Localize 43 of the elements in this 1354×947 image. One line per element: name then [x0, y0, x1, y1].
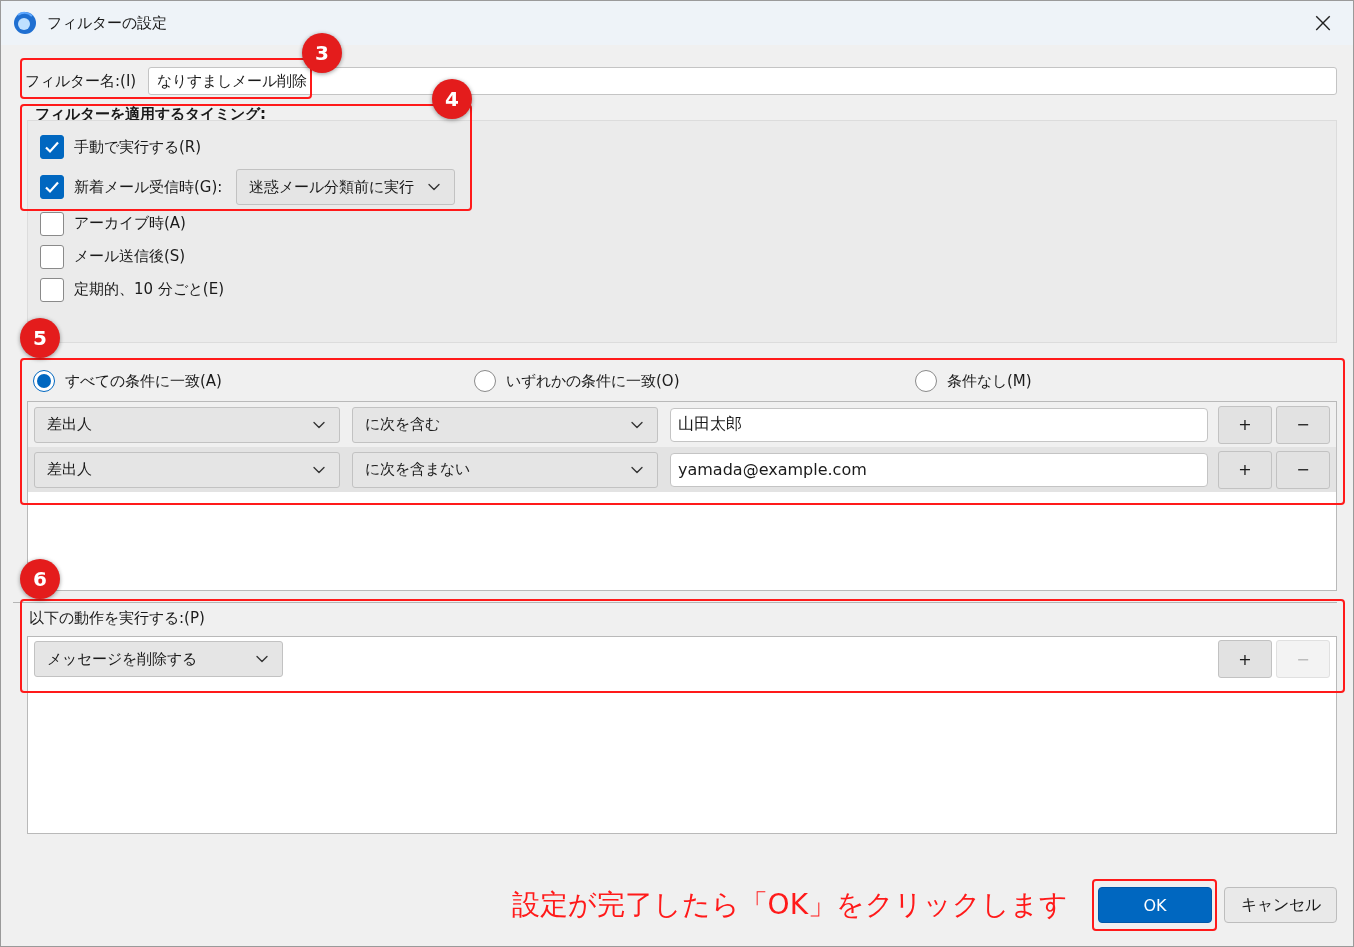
radio-button[interactable] [474, 370, 496, 392]
step-marker: 5 [20, 318, 60, 358]
checkbox-label: アーカイブ時(A) [74, 214, 186, 233]
value-field[interactable]: 山田太郎 [670, 407, 1208, 442]
radio-button[interactable] [915, 370, 937, 392]
operator-dropdown[interactable]: に次を含む [352, 406, 658, 443]
window-title: フィルターの設定 [47, 13, 168, 33]
annotation-caption: 設定が完了したら「OK」をクリックします [511, 887, 1068, 923]
add-button[interactable]: + [1218, 640, 1272, 678]
checkbox[interactable] [40, 211, 64, 236]
cancel-button[interactable]: キャンセル [1224, 887, 1337, 923]
match-radio[interactable]: すべての条件に一致(A) [33, 370, 474, 392]
timing-dropdown[interactable]: 迷惑メール分類前に実行 [236, 169, 456, 205]
app-logo-icon [13, 11, 37, 35]
filter-name-label: フィルター名:(I) [25, 71, 137, 91]
condition-row[interactable]: 差出人 に次を含まない yamada@example.com + − [28, 447, 1336, 492]
remove-button[interactable]: − [1276, 405, 1330, 444]
value-field[interactable]: yamada@example.com [670, 452, 1208, 487]
checkbox-label: 新着メール受信時(G): [74, 177, 223, 197]
add-button[interactable]: + [1218, 450, 1272, 489]
match-radio[interactable]: 条件なし(M) [915, 370, 1337, 392]
match-radio[interactable]: いずれかの条件に一致(O) [474, 370, 915, 392]
add-button[interactable]: + [1218, 405, 1272, 444]
step-marker: 6 [20, 559, 60, 599]
operator-dropdown[interactable]: に次を含まない [352, 451, 658, 488]
radio-button[interactable] [33, 370, 55, 392]
field-dropdown[interactable]: 差出人 [34, 406, 340, 443]
actions-heading: 以下の動作を実行する:(P) [29, 609, 206, 628]
checkbox[interactable] [40, 175, 64, 199]
checkmark-icon [44, 139, 60, 155]
action-dropdown[interactable]: メッセージを削除する [34, 641, 283, 677]
field-dropdown[interactable]: 差出人 [34, 451, 340, 488]
checkbox-label: メール送信後(S) [74, 247, 186, 266]
checkbox[interactable] [40, 277, 64, 302]
checkmark-icon [44, 179, 60, 195]
ok-button[interactable]: OK [1098, 887, 1212, 923]
checkbox[interactable] [40, 244, 64, 269]
remove-button[interactable]: − [1276, 450, 1330, 489]
condition-row[interactable]: 差出人 に次を含む 山田太郎 + − [28, 402, 1336, 447]
checkbox[interactable] [40, 135, 64, 159]
close-button[interactable]: × [1305, 5, 1341, 41]
checkbox-label: 定期的、10 分ごと(E) [74, 280, 225, 299]
checkbox-label: 手動で実行する(R) [74, 137, 202, 157]
